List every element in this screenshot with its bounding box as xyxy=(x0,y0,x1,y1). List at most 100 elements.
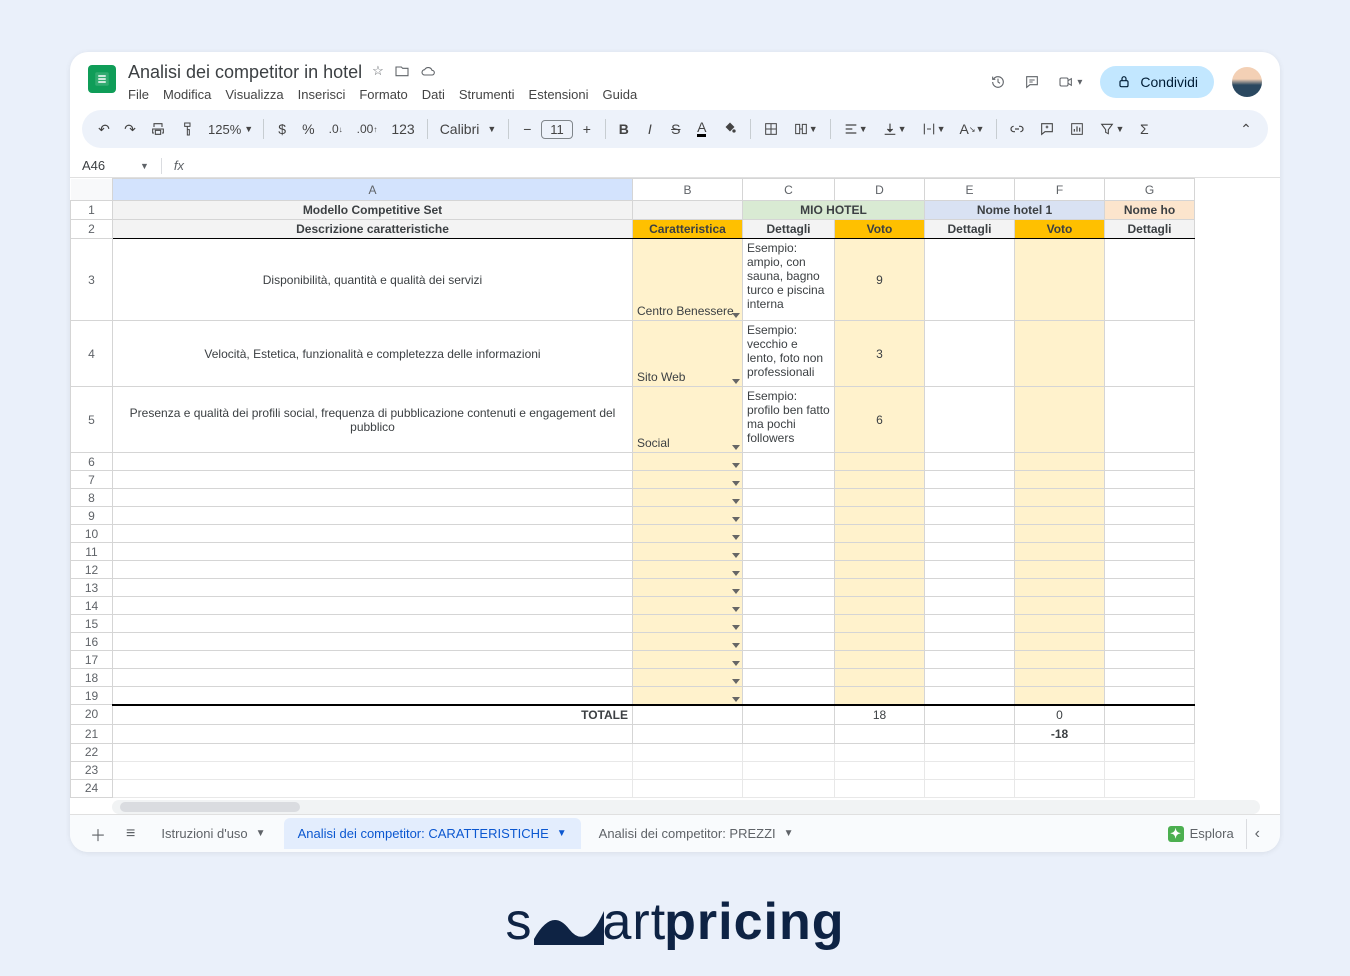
merge-cells-button[interactable]: ▼ xyxy=(787,116,824,142)
cell[interactable] xyxy=(743,615,835,633)
meet-icon[interactable]: ▾ xyxy=(1058,74,1082,90)
dropdown-arrow-icon[interactable] xyxy=(732,697,740,702)
cell[interactable] xyxy=(1105,597,1195,615)
cell[interactable] xyxy=(743,705,835,725)
cell[interactable] xyxy=(1015,387,1105,453)
cell[interactable] xyxy=(925,615,1015,633)
horizontal-align-button[interactable]: ▼ xyxy=(837,116,874,142)
select-all-corner[interactable] xyxy=(71,179,113,201)
cell[interactable] xyxy=(1105,615,1195,633)
dropdown-arrow-icon[interactable] xyxy=(732,379,740,384)
cell[interactable] xyxy=(743,761,835,779)
cell[interactable] xyxy=(743,579,835,597)
row-header[interactable]: 10 xyxy=(71,525,113,543)
account-avatar[interactable] xyxy=(1232,67,1262,97)
explore-button[interactable]: ✦Esplora xyxy=(1168,826,1234,842)
cell[interactable] xyxy=(633,201,743,220)
format-percent[interactable]: % xyxy=(296,116,320,142)
column-header-D[interactable]: D xyxy=(835,179,925,201)
dropdown-arrow-icon[interactable] xyxy=(732,517,740,522)
cell-dropdown[interactable] xyxy=(633,489,743,507)
column-header-C[interactable]: C xyxy=(743,179,835,201)
cell[interactable]: Voto xyxy=(835,220,925,239)
cell[interactable] xyxy=(743,561,835,579)
menu-insert[interactable]: Inserisci xyxy=(298,87,346,102)
cell[interactable] xyxy=(925,239,1015,321)
cell[interactable] xyxy=(743,507,835,525)
cell[interactable]: Nome ho xyxy=(1105,201,1195,220)
insert-comment-button[interactable] xyxy=(1033,116,1061,142)
print-icon[interactable] xyxy=(144,116,172,142)
cell[interactable] xyxy=(113,761,633,779)
cell[interactable] xyxy=(1015,615,1105,633)
insert-chart-button[interactable] xyxy=(1063,116,1091,142)
strikethrough-button[interactable]: S xyxy=(664,116,688,142)
cell[interactable]: 6 xyxy=(835,387,925,453)
row-header[interactable]: 16 xyxy=(71,633,113,651)
row-header[interactable]: 19 xyxy=(71,687,113,705)
cell[interactable]: Dettagli xyxy=(1105,220,1195,239)
cell[interactable] xyxy=(1105,489,1195,507)
cell-dropdown[interactable] xyxy=(633,525,743,543)
menu-format[interactable]: Formato xyxy=(359,87,407,102)
cell[interactable] xyxy=(1015,507,1105,525)
cell[interactable] xyxy=(1015,321,1105,387)
row-header[interactable]: 4 xyxy=(71,321,113,387)
cell[interactable] xyxy=(743,687,835,705)
cell[interactable] xyxy=(835,669,925,687)
cell[interactable] xyxy=(1015,453,1105,471)
column-header-E[interactable]: E xyxy=(925,179,1015,201)
fill-color-button[interactable] xyxy=(716,116,744,142)
cell[interactable] xyxy=(743,453,835,471)
cell[interactable]: MIO HOTEL xyxy=(743,201,925,220)
cell[interactable] xyxy=(743,669,835,687)
cell[interactable] xyxy=(1015,489,1105,507)
cell[interactable] xyxy=(633,705,743,725)
cell[interactable]: -18 xyxy=(1015,724,1105,743)
cell-dropdown[interactable] xyxy=(633,471,743,489)
cell-dropdown[interactable] xyxy=(633,651,743,669)
insert-link-button[interactable] xyxy=(1003,116,1031,142)
cell[interactable]: Esempio: vecchio e lento, foto non profe… xyxy=(743,321,835,387)
collapse-toolbar-icon[interactable]: ⌃ xyxy=(1234,116,1258,142)
row-header[interactable]: 24 xyxy=(71,779,113,797)
cell[interactable] xyxy=(113,615,633,633)
cell[interactable] xyxy=(1105,651,1195,669)
row-header[interactable]: 1 xyxy=(71,201,113,220)
cell[interactable]: Esempio: profilo ben fatto ma pochi foll… xyxy=(743,387,835,453)
cell[interactable] xyxy=(835,579,925,597)
cell-dropdown[interactable] xyxy=(633,597,743,615)
cell[interactable] xyxy=(1105,669,1195,687)
cell[interactable] xyxy=(925,543,1015,561)
cell[interactable] xyxy=(1105,561,1195,579)
cell[interactable] xyxy=(743,489,835,507)
cell[interactable] xyxy=(1105,507,1195,525)
dropdown-arrow-icon[interactable] xyxy=(732,661,740,666)
cell[interactable] xyxy=(1015,761,1105,779)
cell[interactable] xyxy=(1015,471,1105,489)
column-header-B[interactable]: B xyxy=(633,179,743,201)
cell[interactable] xyxy=(1015,687,1105,705)
cell[interactable] xyxy=(925,387,1015,453)
cell[interactable] xyxy=(1015,597,1105,615)
name-box-dropdown-icon[interactable]: ▼ xyxy=(134,161,155,171)
dropdown-arrow-icon[interactable] xyxy=(732,571,740,576)
dropdown-arrow-icon[interactable] xyxy=(732,535,740,540)
cell[interactable] xyxy=(1105,705,1195,725)
cell[interactable]: Disponibilità, quantità e qualità dei se… xyxy=(113,239,633,321)
cell[interactable] xyxy=(113,743,633,761)
spreadsheet-grid[interactable]: ABCDEFG1Modello Competitive SetMIO HOTEL… xyxy=(70,178,1280,814)
cell[interactable] xyxy=(925,669,1015,687)
dropdown-arrow-icon[interactable] xyxy=(732,463,740,468)
zoom-select[interactable]: 125% ▼ xyxy=(204,116,257,142)
cell[interactable] xyxy=(925,724,1015,743)
increase-font-size[interactable]: + xyxy=(575,116,599,142)
cell[interactable] xyxy=(113,669,633,687)
cell[interactable]: Modello Competitive Set xyxy=(113,201,633,220)
cell[interactable]: 9 xyxy=(835,239,925,321)
cell[interactable] xyxy=(633,724,743,743)
cell[interactable] xyxy=(1015,561,1105,579)
cell[interactable] xyxy=(835,687,925,705)
cell[interactable] xyxy=(113,579,633,597)
cell[interactable] xyxy=(1105,543,1195,561)
